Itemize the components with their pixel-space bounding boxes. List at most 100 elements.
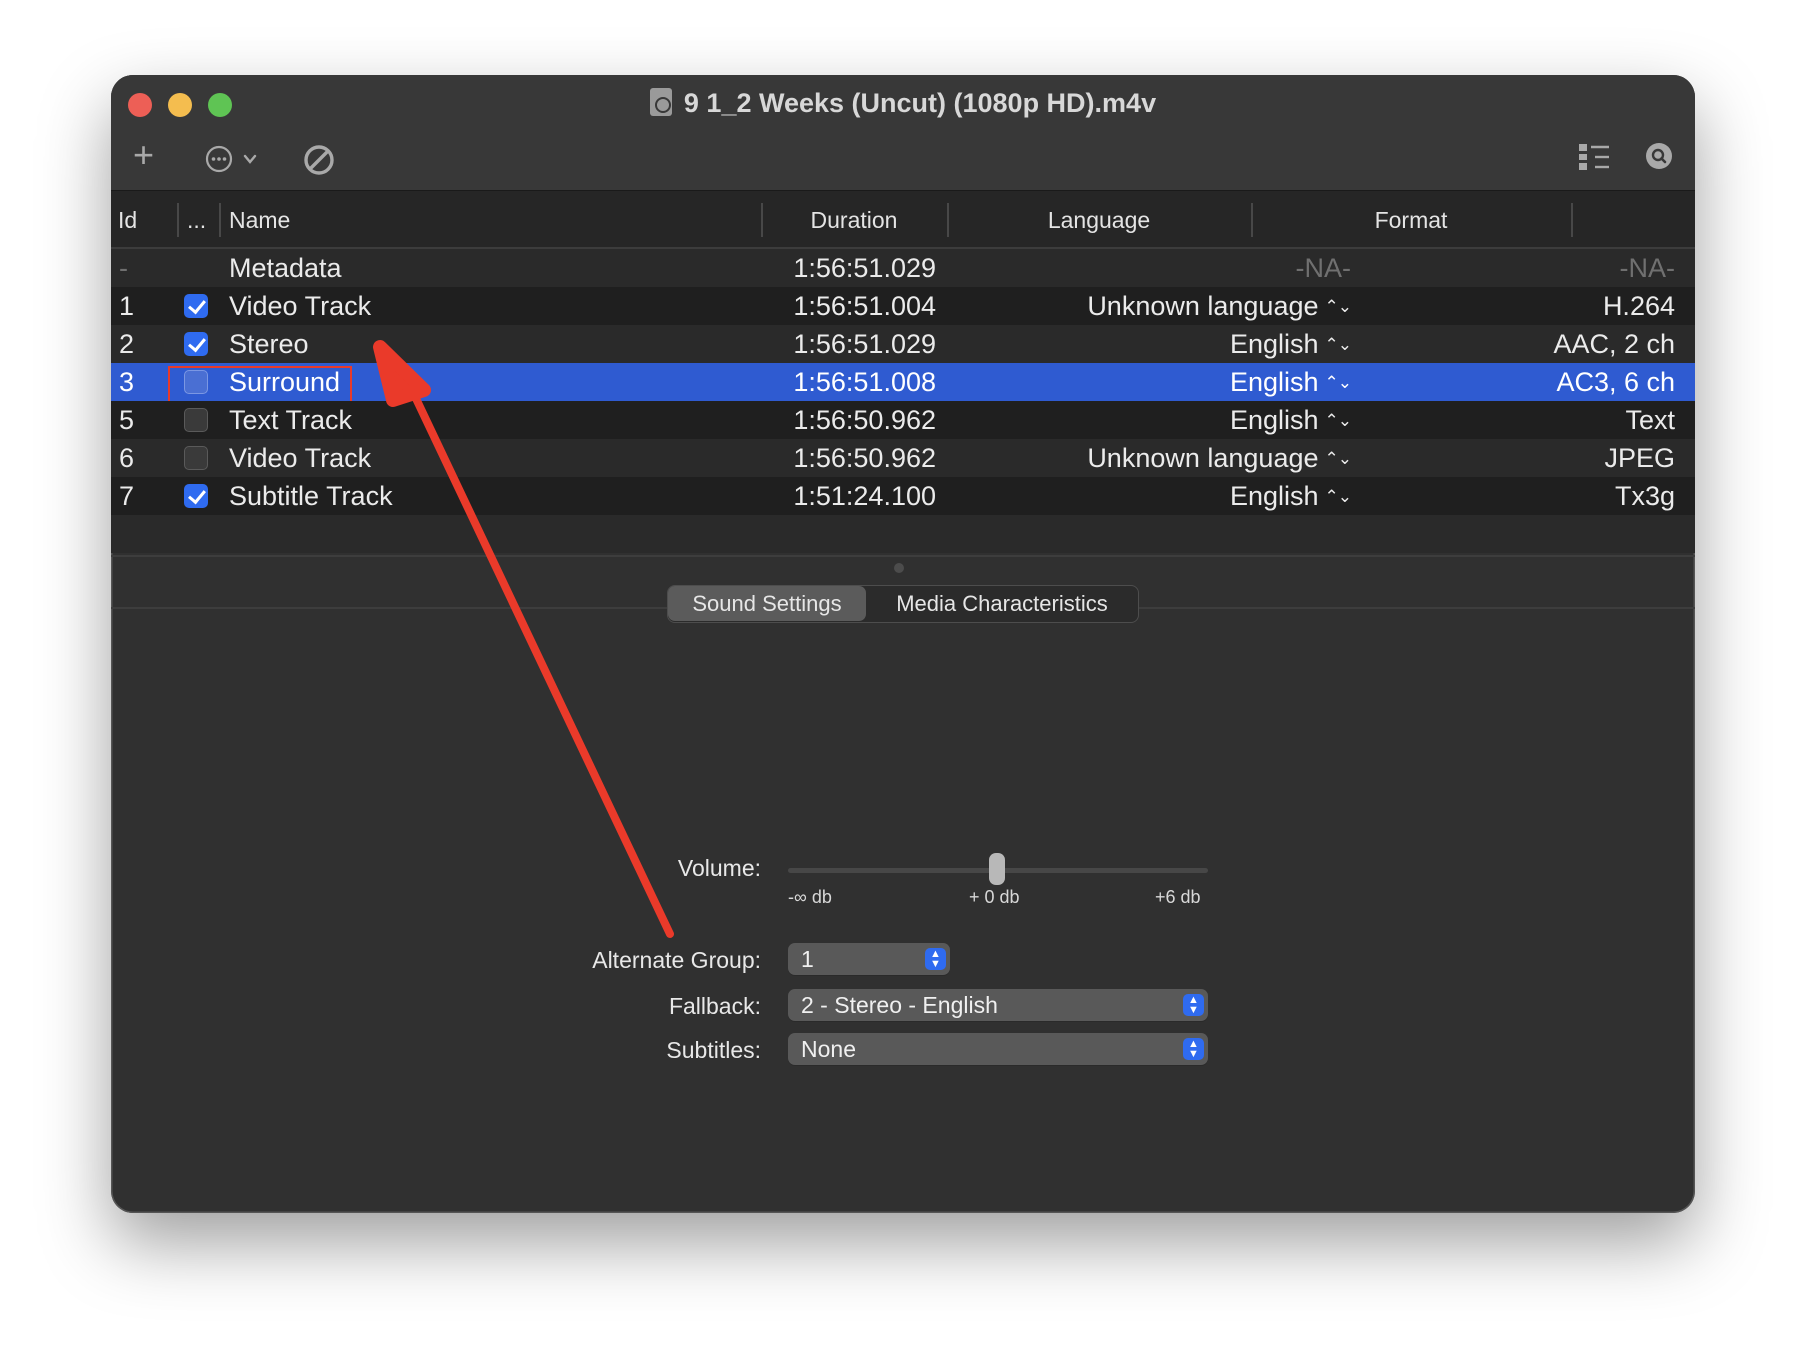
track-name: Stereo <box>229 329 309 359</box>
track-format: JPEG <box>1604 443 1675 473</box>
volume-min-label: -∞ db <box>788 887 832 907</box>
empty-row <box>111 515 1695 553</box>
track-id: - <box>119 253 128 283</box>
track-row[interactable]: 5 Text Track 1:56:50.962 English ⌃⌄ Text <box>111 401 1695 439</box>
track-enabled-checkbox[interactable] <box>184 408 208 432</box>
track-name: Text Track <box>229 405 353 435</box>
tab-media-characteristics[interactable]: Media Characteristics <box>866 586 1138 621</box>
volume-max-label: +6 db <box>1155 887 1201 907</box>
track-duration: 1:56:51.008 <box>793 367 936 397</box>
track-duration: 1:56:50.962 <box>793 443 936 473</box>
column-divider <box>219 203 221 237</box>
track-language: English <box>1229 367 1319 397</box>
track-format: AAC, 2 ch <box>1553 329 1675 359</box>
track-language: English <box>1229 481 1319 511</box>
up-down-chevron-icon: ⌃⌄ <box>1324 297 1352 316</box>
track-row-selected[interactable]: 3 Surround 1:56:51.008 English ⌃⌄ AC3, 6 … <box>111 363 1695 408</box>
track-name: Video Track <box>229 443 372 473</box>
track-enabled-checkbox[interactable] <box>184 446 208 470</box>
track-enabled-checkbox[interactable] <box>184 294 208 318</box>
track-language: Unknown language <box>1087 443 1319 473</box>
track-duration: 1:56:50.962 <box>793 405 936 435</box>
alternate-group-value: 1 <box>801 946 814 972</box>
track-row[interactable]: - Metadata 1:56:51.029 -NA- -NA- <box>111 249 1695 287</box>
track-duration: 1:51:24.100 <box>793 481 936 511</box>
track-id: 3 <box>119 367 135 397</box>
track-language-popup[interactable]: English ⌃⌄ <box>971 325 1352 367</box>
ellipsis-circle-icon[interactable] <box>205 143 269 180</box>
track-language-popup[interactable]: English ⌃⌄ <box>971 401 1352 443</box>
fallback-popup[interactable]: 2 - Stereo - English ▲ ▼ <box>788 989 1208 1021</box>
track-language-popup[interactable]: Unknown language ⌃⌄ <box>971 287 1352 329</box>
track-language: English <box>1229 405 1319 435</box>
track-format: Text <box>1625 405 1675 435</box>
volume-slider-knob[interactable] <box>989 853 1005 885</box>
up-down-chevron-icon: ⌃⌄ <box>1324 411 1352 430</box>
up-down-chevron-icon: ⌃⌄ <box>1324 373 1352 392</box>
split-handle-icon[interactable] <box>894 563 904 573</box>
subtitles-label: Subtitles: <box>666 1037 761 1063</box>
subtitles-value: None <box>801 1036 856 1062</box>
volume-mid-label: + 0 db <box>969 887 1020 907</box>
list-view-icon[interactable] <box>1577 142 1611 177</box>
document-icon <box>649 88 672 116</box>
track-id: 5 <box>119 405 135 435</box>
column-header-language[interactable]: Language <box>947 191 1251 249</box>
track-language-popup[interactable]: Unknown language ⌃⌄ <box>971 439 1352 481</box>
track-row[interactable]: 6 Video Track 1:56:50.962 Unknown langua… <box>111 439 1695 477</box>
track-row[interactable]: 2 Stereo 1:56:51.029 English ⌃⌄ AAC, 2 ch <box>111 325 1695 363</box>
track-id: 6 <box>119 443 135 473</box>
track-duration: 1:56:51.004 <box>793 291 936 321</box>
track-name: Video Track <box>229 291 372 321</box>
track-format: Tx3g <box>1614 481 1675 511</box>
plus-icon[interactable]: + <box>133 137 154 173</box>
column-header-format[interactable]: Format <box>1251 191 1571 249</box>
track-format: H.264 <box>1602 291 1675 321</box>
track-row[interactable]: 7 Subtitle Track 1:51:24.100 English ⌃⌄ T… <box>111 477 1695 515</box>
track-language-popup[interactable]: English ⌃⌄ <box>971 363 1352 405</box>
volume-label: Volume: <box>677 855 761 881</box>
track-enabled-checkbox[interactable] <box>184 484 208 508</box>
titlebar: 9 1_2 Weeks (Uncut) (1080p HD).m4v + <box>111 75 1695 191</box>
prohibited-icon[interactable] <box>302 143 336 182</box>
split-divider[interactable] <box>111 555 1695 557</box>
track-name: Metadata <box>229 253 342 283</box>
fallback-value: 2 - Stereo - English <box>801 992 998 1018</box>
tab-sound-settings[interactable]: Sound Settings <box>668 586 866 621</box>
track-language: -NA- <box>1295 253 1352 283</box>
up-down-chevron-icon: ⌃⌄ <box>1324 335 1352 354</box>
track-duration: 1:56:51.029 <box>793 253 936 283</box>
window-title-text: 9 1_2 Weeks (Uncut) (1080p HD).m4v <box>683 88 1157 118</box>
up-down-chevron-icon: ▲ ▼ <box>1183 1038 1204 1060</box>
track-duration: 1:56:51.029 <box>793 329 936 359</box>
up-down-chevron-icon: ⌃⌄ <box>1324 487 1352 506</box>
alternate-group-popup[interactable]: 1 ▲ ▼ <box>788 943 950 975</box>
track-list: - Metadata 1:56:51.029 -NA- -NA- 1 Video… <box>111 249 1695 553</box>
column-header-name[interactable]: Name <box>229 191 290 249</box>
column-divider <box>1571 203 1573 237</box>
track-row[interactable]: 1 Video Track 1:56:51.004 Unknown langua… <box>111 287 1695 325</box>
track-name: Subtitle Track <box>229 481 393 511</box>
inspector-panel: Sound Settings Media Characteristics Vol… <box>111 555 1695 1213</box>
track-format: AC3, 6 ch <box>1556 367 1675 397</box>
column-header-enabled[interactable]: ... <box>187 191 206 249</box>
up-down-chevron-icon: ⌃⌄ <box>1324 449 1352 468</box>
up-down-chevron-icon: ▲ ▼ <box>1183 994 1204 1016</box>
window-title: 9 1_2 Weeks (Uncut) (1080p HD).m4v <box>111 88 1695 119</box>
column-header-duration[interactable]: Duration <box>761 191 947 249</box>
track-language-popup[interactable]: English ⌃⌄ <box>971 477 1352 519</box>
inspector-tabs: Sound Settings Media Characteristics <box>667 585 1139 623</box>
app-window: 9 1_2 Weeks (Uncut) (1080p HD).m4v + Id … <box>111 75 1695 1213</box>
magnifier-icon[interactable] <box>1644 141 1674 176</box>
track-enabled-checkbox[interactable] <box>184 332 208 356</box>
alternate-group-label: Alternate Group: <box>592 947 761 973</box>
subtitles-popup[interactable]: None ▲ ▼ <box>788 1033 1208 1065</box>
track-id: 7 <box>119 481 135 511</box>
column-header-id[interactable]: Id <box>118 191 137 249</box>
track-id: 1 <box>119 291 135 321</box>
track-language: English <box>1229 329 1319 359</box>
column-divider <box>177 203 179 237</box>
table-header: Id ... Name Duration Language Format <box>111 191 1695 249</box>
fallback-label: Fallback: <box>668 993 761 1019</box>
track-language: Unknown language <box>1087 291 1319 321</box>
